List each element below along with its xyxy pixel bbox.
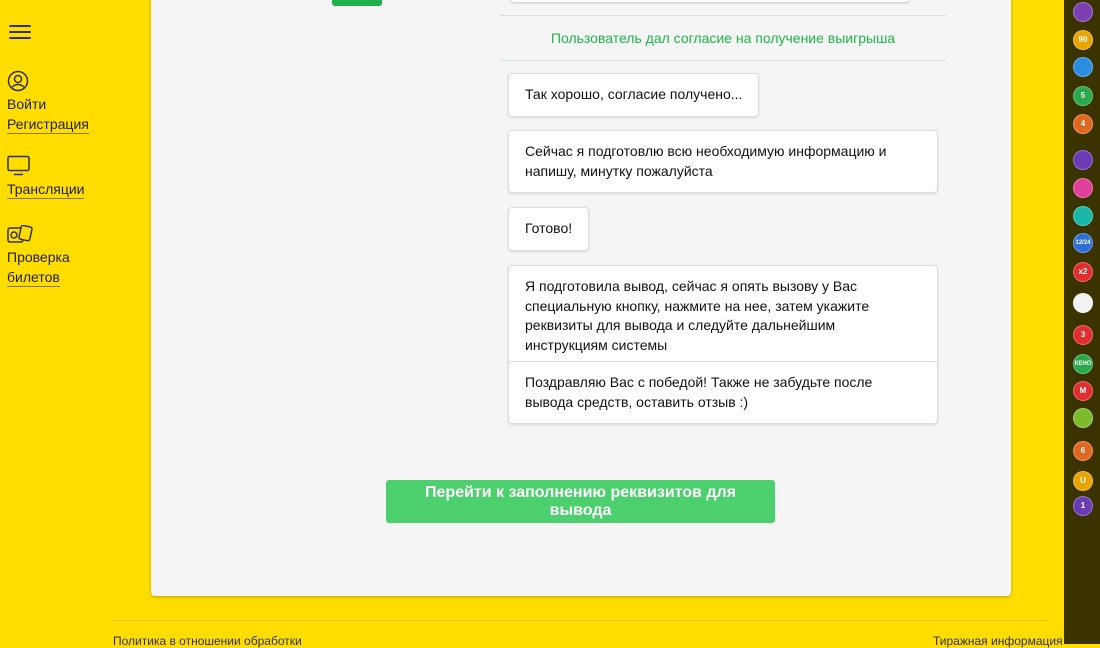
- nav-account: Войти Регистрация: [7, 70, 89, 134]
- chat-message: Готово!: [508, 207, 590, 251]
- lottery-5x36-icon[interactable]: 5: [1073, 86, 1093, 106]
- lottery-matchball-icon[interactable]: M: [1073, 381, 1093, 401]
- draw-info-link[interactable]: Тиражная информация: [933, 634, 1063, 648]
- chat-message-text: Сейчас я подготовлю всю необходимую инфо…: [525, 143, 887, 179]
- lottery-1-90-icon[interactable]: 1: [1073, 496, 1093, 516]
- lottery-1-icon[interactable]: [1073, 2, 1093, 22]
- chat-message: Поздравляю Вас с победой! Также не забуд…: [508, 361, 938, 424]
- chat-message-text: Готово!: [525, 220, 573, 236]
- check-tickets-line2[interactable]: билетов: [7, 268, 60, 287]
- game-rail: 90 5 4 12/24 x2 3 КЕНО M 6 U 1: [1064, 0, 1100, 644]
- lottery-12-24-icon[interactable]: 12/24: [1073, 233, 1093, 253]
- chat-message-text: Так хорошо, согласие получено...: [525, 86, 743, 102]
- tv-icon: [7, 155, 30, 176]
- lottery-7x49-icon[interactable]: [1073, 206, 1093, 226]
- nav-check-tickets[interactable]: Проверка билетов: [7, 225, 70, 287]
- chat-message: Сейчас я подготовлю всю необходимую инфо…: [508, 130, 938, 193]
- menu-icon[interactable]: [9, 25, 31, 41]
- lottery-horseshoe-icon[interactable]: U: [1073, 471, 1093, 491]
- lottery-rapido-icon[interactable]: [1073, 57, 1093, 77]
- login-link[interactable]: Войти: [7, 94, 89, 114]
- chat-message: Я подготовила вывод, сейчас я опять вызо…: [508, 265, 938, 367]
- lottery-top3-icon[interactable]: 3: [1073, 325, 1093, 345]
- lottery-x2-icon[interactable]: x2: [1073, 262, 1093, 282]
- user-icon: [7, 70, 29, 92]
- chat-message-text: Поздравляю Вас с победой! Также не забуд…: [525, 374, 873, 410]
- left-nav: Войти Регистрация Трансляции Проверка би…: [0, 0, 110, 644]
- lottery-4x20-icon[interactable]: 4: [1073, 114, 1093, 134]
- check-tickets-line1[interactable]: Проверка: [7, 247, 70, 267]
- previous-message-bubble: [510, 0, 910, 2]
- chat-message: Так хорошо, согласие получено...: [508, 73, 760, 117]
- chat-card: Пользователь дал согласие на получение в…: [151, 0, 1011, 596]
- lottery-6-36-icon[interactable]: 6: [1073, 441, 1093, 461]
- chat-message-text: Я подготовила вывод, сейчас я опять вызо…: [525, 278, 870, 353]
- broadcasts-link[interactable]: Трансляции: [7, 180, 85, 199]
- lottery-keno-icon[interactable]: КЕНО: [1073, 354, 1093, 374]
- lottery-zodiac-icon[interactable]: [1073, 408, 1093, 428]
- consent-notice: Пользователь дал согласие на получение в…: [500, 15, 946, 61]
- ticket-check-icon: [7, 225, 33, 243]
- lottery-bingo-icon[interactable]: 90: [1073, 30, 1093, 50]
- lottery-dice-icon[interactable]: [1073, 293, 1093, 313]
- nav-broadcasts[interactable]: Трансляции: [7, 155, 85, 199]
- register-link[interactable]: Регистрация: [7, 115, 89, 134]
- footer-divider: [112, 620, 1048, 621]
- privacy-policy-link[interactable]: Политика в отношении обработки: [113, 634, 302, 648]
- lottery-6x45-icon[interactable]: [1073, 178, 1093, 198]
- lottery-gosloto-icon[interactable]: [1073, 150, 1093, 170]
- green-button-partial[interactable]: [332, 0, 382, 6]
- fill-payout-details-button[interactable]: Перейти к заполнению реквизитов для выво…: [386, 480, 775, 523]
